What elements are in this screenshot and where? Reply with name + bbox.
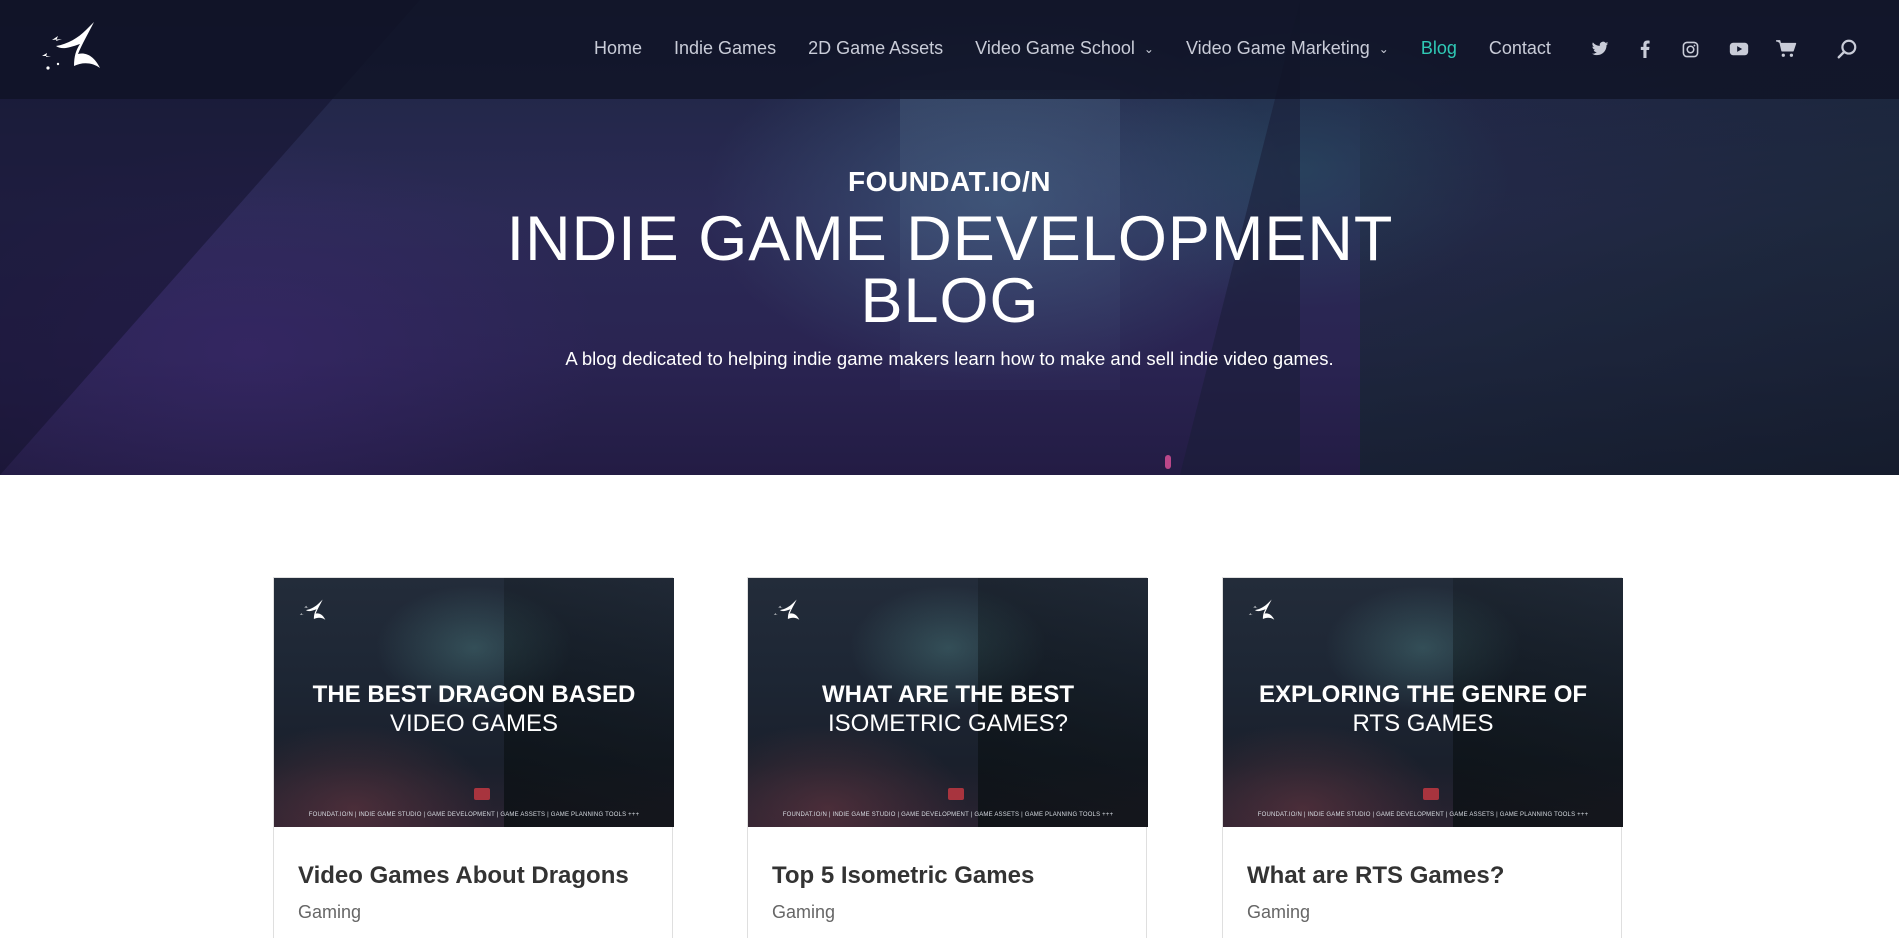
page-title-line1: INDIE GAME DEVELOPMENT — [506, 204, 1394, 274]
twitter-icon — [1591, 41, 1609, 56]
hero-eyebrow: FOUNDAT.IO/N — [847, 166, 1052, 197]
instagram-icon — [1682, 41, 1698, 57]
image-footer-text: FOUNDAT.IO/N | INDIE GAME STUDIO | GAME … — [308, 812, 640, 818]
bird-logo-icon — [299, 599, 326, 620]
blog-card-image[interactable]: EXPLORING THE GENRE OF RTS GAMES FOUNDAT… — [1223, 578, 1623, 827]
image-headline: EXPLORING THE GENRE OF — [1258, 681, 1588, 708]
blog-card: EXPLORING THE GENRE OF RTS GAMES FOUNDAT… — [1222, 577, 1623, 938]
nav-item-video-game-school[interactable]: Video Game School ⌄ — [975, 38, 1154, 59]
image-footer-text: FOUNDAT.IO/N | INDIE GAME STUDIO | GAME … — [1257, 812, 1589, 818]
search-button[interactable] — [1834, 36, 1860, 62]
image-subheadline: ISOMETRIC GAMES? — [827, 710, 1069, 737]
youtube-icon — [1729, 42, 1749, 56]
nav-item-blog[interactable]: Blog — [1421, 38, 1457, 59]
instagram-link[interactable] — [1677, 36, 1703, 62]
search-icon — [1837, 39, 1857, 59]
blog-card-title[interactable]: What are RTS Games? — [1247, 862, 1504, 890]
image-subheadline: VIDEO GAMES — [389, 710, 559, 737]
nav-item-label: Contact — [1488, 37, 1551, 58]
image-bg-boat — [1423, 788, 1439, 800]
blog-card-category[interactable]: Gaming — [772, 902, 835, 923]
nav-item-label: Video Game School — [975, 37, 1135, 58]
image-headline: WHAT ARE THE BEST — [822, 681, 1074, 708]
image-bg-boat — [474, 788, 490, 800]
page-title: INDIE GAME DEVELOPMENT BLOG — [450, 208, 1450, 333]
blog-card: WHAT ARE THE BEST ISOMETRIC GAMES? FOUND… — [747, 577, 1148, 938]
chevron-down-icon: ⌄ — [1378, 42, 1389, 56]
bird-logo-icon — [42, 22, 100, 70]
nav-item-label: 2D Game Assets — [808, 37, 944, 58]
nav-item-label: Video Game Marketing — [1185, 37, 1370, 58]
blog-card-category[interactable]: Gaming — [1247, 902, 1310, 923]
bird-logo-icon — [1248, 599, 1275, 620]
youtube-link[interactable] — [1726, 36, 1752, 62]
main-nav: Home Indie Games 2D Game Assets Video Ga… — [594, 37, 1583, 59]
blog-card-image[interactable]: THE BEST DRAGON BASED VIDEO GAMES FOUNDA… — [274, 578, 674, 827]
twitter-link[interactable] — [1587, 36, 1613, 62]
blog-card-title[interactable]: Top 5 Isometric Games — [772, 862, 1034, 890]
nav-item-2d-game-assets[interactable]: 2D Game Assets — [808, 38, 943, 59]
image-bg-boat — [948, 788, 964, 800]
nav-item-label: Home — [594, 37, 643, 58]
chevron-down-icon: ⌄ — [1143, 42, 1154, 56]
hero-subtitle: A blog dedicated to helping indie game m… — [565, 348, 1334, 369]
nav-item-label: Blog — [1420, 37, 1457, 58]
image-subheadline: RTS GAMES — [1352, 710, 1494, 737]
blog-card-category[interactable]: Gaming — [298, 902, 361, 923]
blog-card: THE BEST DRAGON BASED VIDEO GAMES FOUNDA… — [273, 577, 674, 938]
image-headline: THE BEST DRAGON BASED — [312, 681, 636, 708]
facebook-icon — [1640, 40, 1650, 58]
nav-item-contact[interactable]: Contact — [1489, 38, 1551, 59]
hero-bg-light — [1165, 455, 1171, 469]
site-logo[interactable] — [38, 20, 106, 76]
facebook-link[interactable] — [1632, 36, 1658, 62]
blog-card-title[interactable]: Video Games About Dragons — [298, 862, 629, 890]
blog-card-image[interactable]: WHAT ARE THE BEST ISOMETRIC GAMES? FOUND… — [748, 578, 1148, 827]
nav-item-video-game-marketing[interactable]: Video Game Marketing ⌄ — [1186, 38, 1389, 59]
bird-logo-icon — [773, 599, 800, 620]
nav-item-label: Indie Games — [674, 37, 777, 58]
page-title-line2: BLOG — [860, 266, 1040, 336]
cart-link[interactable] — [1773, 36, 1799, 62]
site-header: Home Indie Games 2D Game Assets Video Ga… — [0, 0, 1899, 99]
image-footer-text: FOUNDAT.IO/N | INDIE GAME STUDIO | GAME … — [782, 812, 1114, 818]
cart-icon — [1776, 40, 1797, 57]
nav-item-home[interactable]: Home — [594, 38, 642, 59]
nav-item-indie-games[interactable]: Indie Games — [674, 38, 776, 59]
